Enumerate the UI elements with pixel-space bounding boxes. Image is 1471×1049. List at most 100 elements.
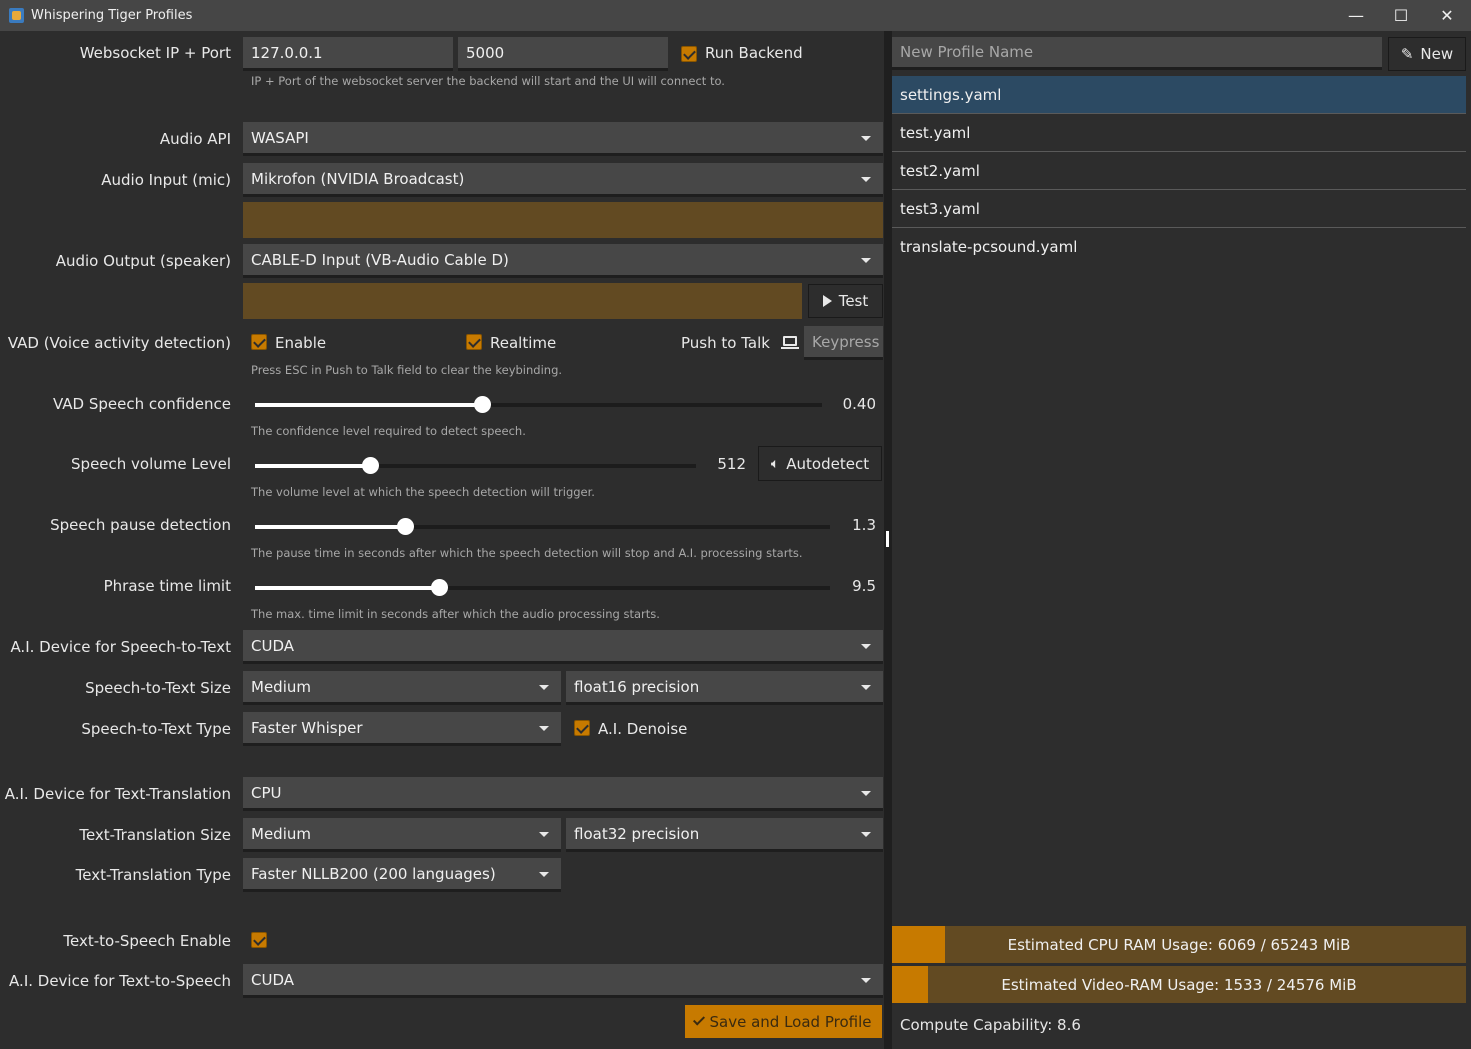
- vad-hint: Press ESC in Push to Talk field to clear…: [251, 363, 563, 377]
- maximize-icon: ☐: [1393, 6, 1409, 25]
- settings-panel: Websocket IP + Port 127.0.0.1 5000 Run B…: [0, 31, 884, 1049]
- stt-type-label: Speech-to-Text Type: [81, 720, 231, 738]
- profile-item[interactable]: settings.yaml: [892, 76, 1466, 114]
- slider-thumb[interactable]: [396, 518, 414, 535]
- stt-size-label: Speech-to-Text Size: [85, 679, 231, 697]
- window-title: Whispering Tiger Profiles: [31, 8, 193, 23]
- slider-fill: [255, 525, 405, 529]
- vad-enable-label: Enable: [275, 334, 327, 352]
- vad-realtime-label: Realtime: [490, 334, 557, 352]
- vad-confidence-label: VAD Speech confidence: [52, 395, 231, 413]
- profile-item[interactable]: translate-pcsound.yaml: [892, 228, 1466, 266]
- stt-device-label: A.I. Device for Speech-to-Text: [10, 638, 231, 656]
- splitter-handle[interactable]: [886, 531, 889, 547]
- speaker-icon: 🔈︎: [770, 455, 780, 472]
- vram-usage-text: Estimated Video-RAM Usage: 1533 / 24576 …: [1001, 975, 1357, 994]
- slider-fill: [255, 403, 482, 407]
- chevron-down-icon: [861, 135, 871, 141]
- profile-item[interactable]: test.yaml: [892, 114, 1466, 152]
- tt-size-select[interactable]: Medium: [243, 818, 561, 852]
- slider-thumb[interactable]: [473, 396, 491, 413]
- tt-device-select[interactable]: CPU: [243, 777, 883, 811]
- audio-api-select[interactable]: WASAPI: [243, 122, 883, 156]
- test-label: Test: [838, 292, 869, 310]
- audio-api-label: Audio API: [159, 130, 231, 148]
- minimize-button[interactable]: —: [1333, 0, 1379, 31]
- audio-output-label: Audio Output (speaker): [55, 252, 231, 270]
- websocket-port-input[interactable]: 5000: [458, 37, 668, 71]
- profile-name: test.yaml: [900, 123, 971, 142]
- cpu-ram-usage-text: Estimated CPU RAM Usage: 6069 / 65243 Mi…: [1007, 935, 1351, 954]
- laptop-icon: [781, 336, 799, 349]
- tt-size-label: Text-Translation Size: [79, 826, 231, 844]
- profile-list: settings.yaml test.yaml test2.yaml test3…: [892, 76, 1466, 266]
- new-profile-button[interactable]: ✎ New: [1388, 37, 1466, 71]
- run-backend-checkbox[interactable]: [681, 46, 697, 62]
- tt-type-value: Faster NLLB200 (200 languages): [251, 864, 496, 883]
- run-backend-label: Run Backend: [705, 44, 803, 62]
- profile-item[interactable]: test3.yaml: [892, 190, 1466, 228]
- tt-precision-value: float32 precision: [574, 824, 700, 843]
- new-profile-name-input[interactable]: New Profile Name: [892, 37, 1382, 70]
- audio-output-level-meter: [243, 283, 802, 319]
- tt-device-label: A.I. Device for Text-Translation: [4, 785, 231, 803]
- phrase-limit-value: 9.5: [852, 577, 876, 595]
- speech-volume-hint: The volume level at which the speech det…: [251, 485, 595, 499]
- vad-confidence-hint: The confidence level required to detect …: [251, 424, 526, 438]
- autodetect-button[interactable]: 🔈︎ Autodetect: [758, 446, 882, 481]
- new-label: New: [1420, 45, 1454, 63]
- save-and-load-button[interactable]: Save and Load Profile: [685, 1005, 882, 1038]
- tts-enable-checkbox[interactable]: [251, 932, 267, 948]
- tt-type-label: Text-Translation Type: [75, 866, 231, 884]
- phrase-limit-slider[interactable]: [255, 579, 830, 596]
- tts-device-select[interactable]: CUDA: [243, 964, 883, 998]
- stt-precision-value: float16 precision: [574, 677, 700, 696]
- audio-input-label: Audio Input (mic): [101, 171, 231, 189]
- slider-fill: [255, 586, 439, 590]
- stt-type-value: Faster Whisper: [251, 718, 363, 737]
- phrase-limit-hint: The max. time limit in seconds after whi…: [251, 607, 660, 621]
- audio-input-select[interactable]: Mikrofon (NVIDIA Broadcast): [243, 163, 883, 197]
- save-label: Save and Load Profile: [709, 1012, 872, 1031]
- profile-name: translate-pcsound.yaml: [900, 238, 1078, 256]
- speech-pause-value: 1.3: [852, 516, 876, 534]
- audio-input-level-meter: [243, 202, 883, 238]
- close-icon: ✕: [1440, 6, 1454, 25]
- denoise-label: A.I. Denoise: [598, 720, 688, 738]
- checkmark-icon: [692, 1013, 705, 1026]
- chevron-down-icon: [539, 684, 549, 690]
- tt-precision-select[interactable]: float32 precision: [566, 818, 883, 852]
- stt-size-select[interactable]: Medium: [243, 671, 561, 705]
- maximize-button[interactable]: ☐: [1378, 0, 1424, 31]
- vad-realtime-checkbox[interactable]: [466, 334, 482, 350]
- audio-output-select[interactable]: CABLE-D Input (VB-Audio Cable D): [243, 244, 883, 278]
- stt-precision-select[interactable]: float16 precision: [566, 671, 883, 705]
- push-to-talk-label: Push to Talk: [681, 334, 770, 352]
- stt-device-select[interactable]: CUDA: [243, 630, 883, 664]
- websocket-ip-input[interactable]: 127.0.0.1: [243, 37, 453, 71]
- slider-thumb[interactable]: [361, 457, 379, 474]
- vad-enable-checkbox[interactable]: [251, 334, 267, 350]
- tts-device-label: A.I. Device for Text-to-Speech: [9, 972, 231, 990]
- chevron-down-icon: [861, 257, 871, 263]
- vad-confidence-slider[interactable]: [255, 396, 822, 413]
- denoise-checkbox[interactable]: [574, 720, 590, 736]
- chevron-down-icon: [539, 871, 549, 877]
- speech-pause-slider[interactable]: [255, 518, 830, 535]
- autodetect-label: Autodetect: [786, 454, 870, 473]
- profile-name: settings.yaml: [900, 85, 1002, 104]
- speech-volume-label: Speech volume Level: [71, 455, 231, 473]
- slider-thumb[interactable]: [431, 579, 448, 596]
- push-to-talk-input[interactable]: Keypress: [804, 326, 883, 360]
- tt-type-select[interactable]: Faster NLLB200 (200 languages): [243, 858, 561, 892]
- vad-label: VAD (Voice activity detection): [7, 334, 231, 352]
- pencil-icon: ✎: [1400, 45, 1414, 63]
- speech-volume-slider[interactable]: [255, 457, 696, 474]
- audio-output-value: CABLE-D Input (VB-Audio Cable D): [251, 250, 509, 269]
- test-audio-button[interactable]: Test: [808, 284, 883, 318]
- stt-device-value: CUDA: [251, 636, 295, 655]
- stt-type-select[interactable]: Faster Whisper: [243, 712, 561, 746]
- close-button[interactable]: ✕: [1424, 0, 1470, 31]
- profile-item[interactable]: test2.yaml: [892, 152, 1466, 190]
- speech-pause-label: Speech pause detection: [50, 516, 231, 534]
